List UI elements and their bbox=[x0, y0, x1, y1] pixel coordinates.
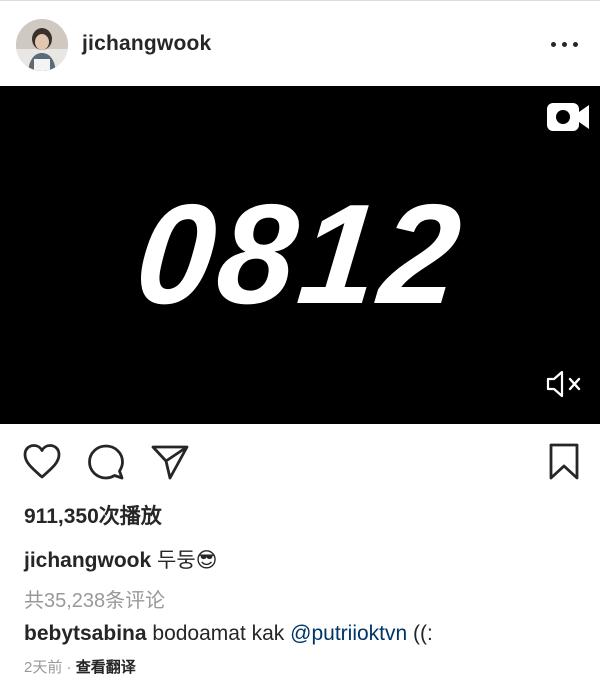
caption-username[interactable]: jichangwook bbox=[24, 549, 151, 572]
bookmark-icon[interactable] bbox=[545, 442, 585, 482]
post-author-username[interactable]: jichangwook bbox=[82, 32, 211, 56]
post-meta: 2天前 · 查看翻译 bbox=[24, 656, 136, 677]
avatar-image bbox=[16, 19, 68, 71]
caption: jichangwook 두둥😎 bbox=[24, 544, 218, 574]
caption-text: 두둥😎 bbox=[157, 549, 218, 572]
mute-icon[interactable] bbox=[545, 368, 583, 400]
post-header: jichangwook bbox=[0, 0, 600, 86]
share-icon[interactable] bbox=[150, 442, 190, 482]
video-post[interactable]: 0812 bbox=[0, 86, 600, 424]
view-count: 911,350次播放 bbox=[24, 505, 162, 528]
comment-item: bebytsabina bodoamat kak @putriioktvn ((… bbox=[24, 622, 433, 646]
heart-icon[interactable] bbox=[22, 442, 62, 482]
more-icon[interactable] bbox=[548, 31, 582, 57]
video-icon bbox=[546, 101, 590, 133]
see-translation-link[interactable]: 查看翻译 bbox=[76, 659, 136, 676]
comment-icon[interactable] bbox=[86, 442, 126, 482]
comment-text-end: ((: bbox=[413, 622, 433, 645]
comment-mention-link[interactable]: @putriioktvn bbox=[290, 622, 407, 645]
post-timestamp: 2天前 bbox=[24, 659, 63, 676]
video-title-text: 0812 bbox=[129, 175, 472, 334]
meta-separator: · bbox=[66, 659, 72, 676]
comment-username[interactable]: bebytsabina bbox=[24, 622, 147, 645]
avatar[interactable] bbox=[16, 19, 68, 71]
view-all-comments-link[interactable]: 共35,238条评论 bbox=[24, 584, 165, 613]
comment-text: bodoamat kak bbox=[152, 622, 285, 645]
post-actions bbox=[0, 436, 600, 492]
